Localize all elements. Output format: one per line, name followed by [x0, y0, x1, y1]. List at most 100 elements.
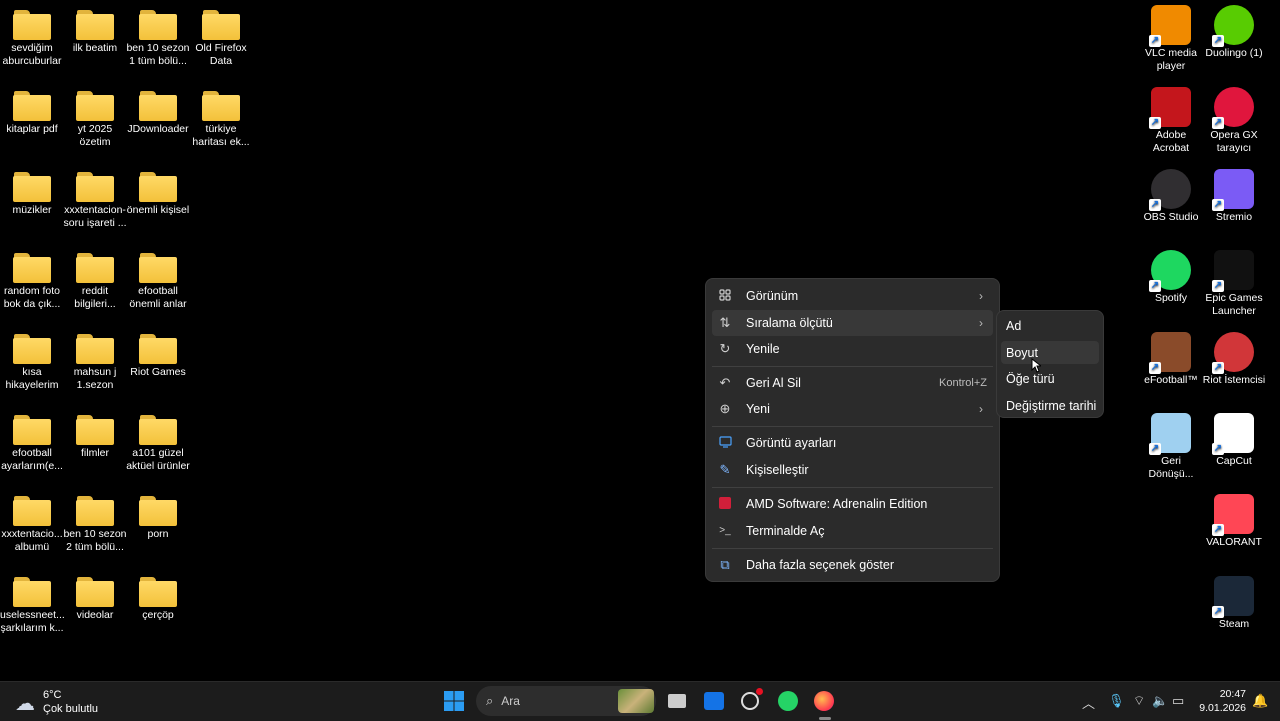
- volume-icon[interactable]: 🔈: [1152, 693, 1168, 709]
- menu-item-amd-software[interactable]: AMD Software: Adrenalin Edition: [712, 491, 993, 517]
- menu-item-display-settings[interactable]: Görüntü ayarları: [712, 430, 993, 456]
- menu-item-sort-by[interactable]: ⇅ Sıralama ölçütü ›: [712, 310, 993, 336]
- desktop-folder[interactable]: random foto bok da çık...: [0, 253, 64, 311]
- desktop-icon-label: Stremio: [1215, 211, 1253, 223]
- desktop-shortcut[interactable]: ↗ Adobe Acrobat: [1139, 87, 1203, 155]
- start-button[interactable]: [443, 690, 465, 712]
- desktop-shortcut[interactable]: ↗ Steam: [1202, 576, 1266, 631]
- desktop-shortcut[interactable]: ↗ Geri Dönüşü...: [1139, 413, 1203, 481]
- desktop-shortcut[interactable]: ↗ Riot İstemcisi: [1202, 332, 1266, 387]
- desktop-folder[interactable]: kitaplar pdf: [0, 91, 64, 136]
- desktop-shortcut[interactable]: ↗ CapCut: [1202, 413, 1266, 468]
- desktop-shortcut[interactable]: ↗ Duolingo (1): [1202, 5, 1266, 60]
- wifi-icon[interactable]: ⌔: [1133, 693, 1145, 709]
- desktop-shortcut[interactable]: ↗ Opera GX tarayıcı: [1202, 87, 1266, 155]
- weather-widget[interactable]: ☁ 6°C Çok bulutlu: [12, 687, 132, 717]
- desktop-folder[interactable]: Riot Games: [126, 334, 190, 379]
- shortcut-arrow-icon: ↗: [1212, 524, 1224, 536]
- outlook-button[interactable]: [704, 690, 726, 712]
- desktop-folder[interactable]: çerçöp: [126, 577, 190, 622]
- battery-icon[interactable]: ▭: [1172, 693, 1184, 709]
- search-icon: ⌕: [486, 693, 494, 708]
- desktop-folder[interactable]: porn: [126, 496, 190, 541]
- menu-item-refresh[interactable]: ↻ Yenile: [712, 336, 993, 362]
- desktop-icon-label: porn: [147, 528, 169, 540]
- plus-circle-icon: ⊕: [719, 401, 731, 416]
- desktop-folder[interactable]: xxxtentacion- soru işareti ...: [63, 172, 127, 230]
- shortcut-arrow-icon: ↗: [1149, 362, 1161, 374]
- desktop-shortcut[interactable]: ↗ OBS Studio: [1139, 169, 1203, 224]
- desktop-folder[interactable]: ben 10 sezon 2 tüm bölü...: [63, 496, 127, 554]
- desktop-shortcut[interactable]: ↗ Stremio: [1202, 169, 1266, 224]
- desktop-folder[interactable]: müzikler: [0, 172, 64, 217]
- folder-icon: [13, 496, 51, 526]
- desktop-folder[interactable]: efootball önemli anlar: [126, 253, 190, 311]
- search-box[interactable]: ⌕ Ara: [476, 686, 656, 716]
- desktop-shortcut[interactable]: ↗ VALORANT: [1202, 494, 1266, 549]
- submenu-item-date-modified[interactable]: Değiştirme tarihi: [1001, 394, 1099, 417]
- submenu-item-name[interactable]: Ad: [1001, 314, 1099, 337]
- desktop-folder[interactable]: sevdiğim aburcuburlar: [0, 10, 64, 68]
- chatgpt-icon: [741, 692, 759, 710]
- weather-temp: 6°C: [43, 689, 62, 701]
- desktop-folder[interactable]: Old Firefox Data: [189, 10, 253, 68]
- notification-bell-icon[interactable]: 🔔: [1252, 693, 1268, 709]
- task-view-button[interactable]: [668, 690, 690, 712]
- desktop-shortcut[interactable]: ↗ Epic Games Launcher: [1202, 250, 1266, 318]
- desktop-folder[interactable]: mahsun j 1.sezon: [63, 334, 127, 392]
- desktop-folder[interactable]: videolar: [63, 577, 127, 622]
- acrobat-icon: ↗: [1149, 87, 1191, 129]
- menu-item-open-terminal[interactable]: >_ Terminalde Aç: [712, 518, 993, 544]
- menu-item-show-more-options[interactable]: ⧉ Daha fazla seçenek göster: [712, 552, 993, 578]
- chevron-up-icon[interactable]: ︿: [1082, 693, 1095, 712]
- desktop-folder[interactable]: uselessneet... şarkılarım k...: [0, 577, 65, 635]
- desktop-shortcut[interactable]: ↗ VLC media player: [1139, 5, 1203, 73]
- desktop-folder[interactable]: kısa hikayelerim: [0, 334, 64, 392]
- desktop-folder[interactable]: reddit bilgileri...: [63, 253, 127, 311]
- display-icon: [718, 436, 732, 450]
- desktop-folder[interactable]: türkiye haritası ek...: [189, 91, 253, 149]
- desktop-folder[interactable]: önemli kişisel: [126, 172, 190, 217]
- menu-item-label: Terminalde Aç: [746, 524, 825, 538]
- desktop-folder[interactable]: ilk beatim: [63, 10, 127, 55]
- folder-icon: [76, 577, 114, 607]
- folder-icon: [202, 10, 240, 40]
- weather-desc: Çok bulutlu: [43, 703, 99, 715]
- menu-item-personalize[interactable]: ✎ Kişiselleştir: [712, 457, 993, 483]
- desktop-folder[interactable]: yt 2025 özetim: [63, 91, 127, 149]
- folder-icon: [139, 253, 177, 283]
- microphone-icon[interactable]: 🎙: [1108, 693, 1125, 709]
- riot-client-icon: ↗: [1212, 332, 1254, 374]
- desktop-folder[interactable]: filmler: [63, 415, 127, 460]
- menu-item-view[interactable]: Görünüm ›: [712, 283, 993, 309]
- desktop-folder[interactable]: JDownloader: [126, 91, 190, 136]
- desktop-icon-label: random foto bok da çık...: [3, 285, 61, 310]
- desktop-icon-label: VALORANT: [1206, 536, 1262, 548]
- desktop-folder[interactable]: xxxtentacio... albumü: [0, 496, 64, 554]
- desktop-folder[interactable]: ben 10 sezon 1 tüm bölü...: [126, 10, 190, 68]
- desktop-folder[interactable]: a101 güzel aktüel ürünler: [126, 415, 190, 473]
- submenu-item-item-type[interactable]: Öğe türü: [1001, 367, 1099, 390]
- desktop-shortcut[interactable]: ↗ eFootball™: [1139, 332, 1203, 387]
- chatgpt-button[interactable]: [741, 688, 763, 712]
- undo-icon: ↶: [719, 375, 731, 390]
- submenu-item-size[interactable]: Boyut: [1001, 341, 1099, 364]
- menu-item-label: Daha fazla seçenek göster: [746, 558, 895, 572]
- whatsapp-button[interactable]: [778, 690, 800, 712]
- vlc-icon: ↗: [1149, 5, 1191, 47]
- firefox-button[interactable]: [814, 690, 836, 720]
- efootball-icon: ↗: [1149, 332, 1191, 374]
- desktop-shortcut[interactable]: ↗ Spotify: [1139, 250, 1203, 305]
- valorant-icon: ↗: [1212, 494, 1254, 536]
- desktop-icon-label: Opera GX tarayıcı: [1210, 129, 1258, 154]
- menu-item-label: Görüntü ayarları: [746, 436, 837, 450]
- shortcut-arrow-icon: ↗: [1212, 443, 1224, 455]
- clock-date: 9.01.2026: [1199, 702, 1246, 714]
- desktop-icon-label: kitaplar pdf: [6, 123, 58, 135]
- menu-item-undo-delete[interactable]: ↶ Geri Al Sil Kontrol+Z: [712, 370, 993, 396]
- clock[interactable]: 20:47 9.01.2026: [1198, 687, 1246, 715]
- steam-icon: ↗: [1212, 576, 1254, 618]
- desktop-folder[interactable]: efootball ayarlarım(e...: [0, 415, 64, 473]
- submenu-item-label: Öğe türü: [1006, 371, 1055, 386]
- menu-item-new[interactable]: ⊕ Yeni ›: [712, 396, 993, 422]
